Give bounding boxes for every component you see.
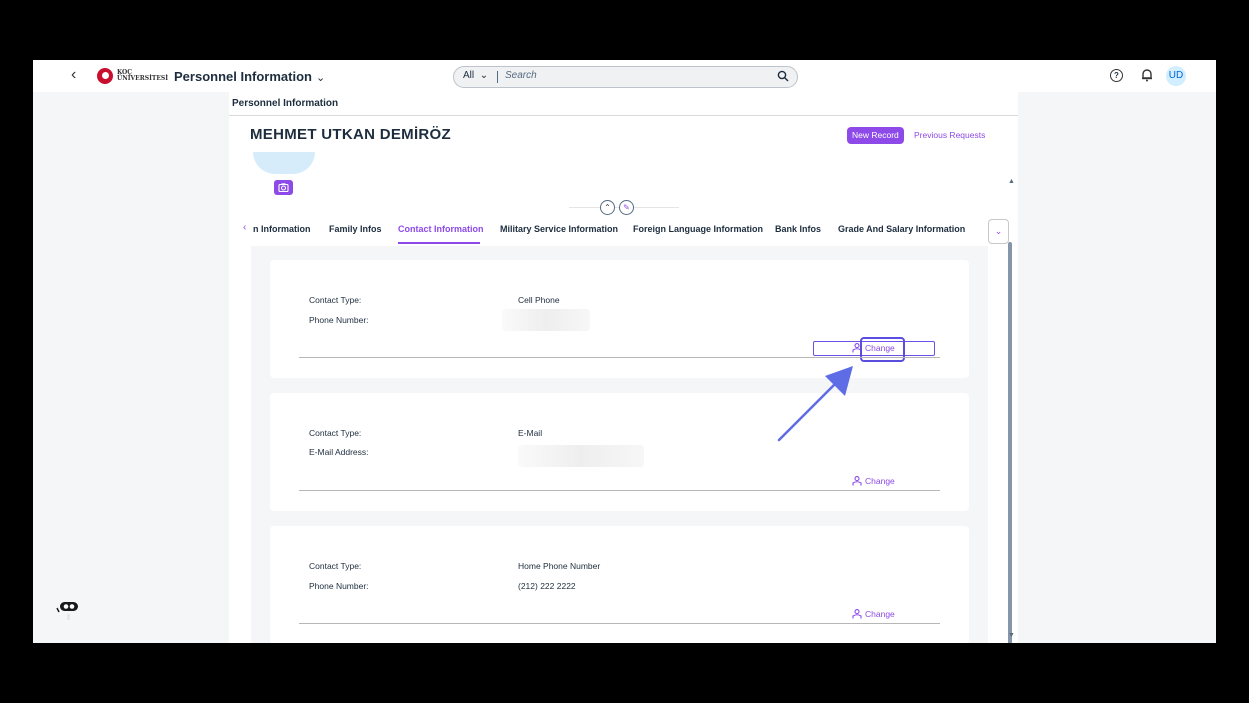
annotation-arrow [777, 366, 853, 442]
app-window: ‹ KOÇ ÜNİVERSİTESİ Personnel Information… [33, 60, 1216, 643]
assistant-logo-icon[interactable] [56, 598, 82, 629]
